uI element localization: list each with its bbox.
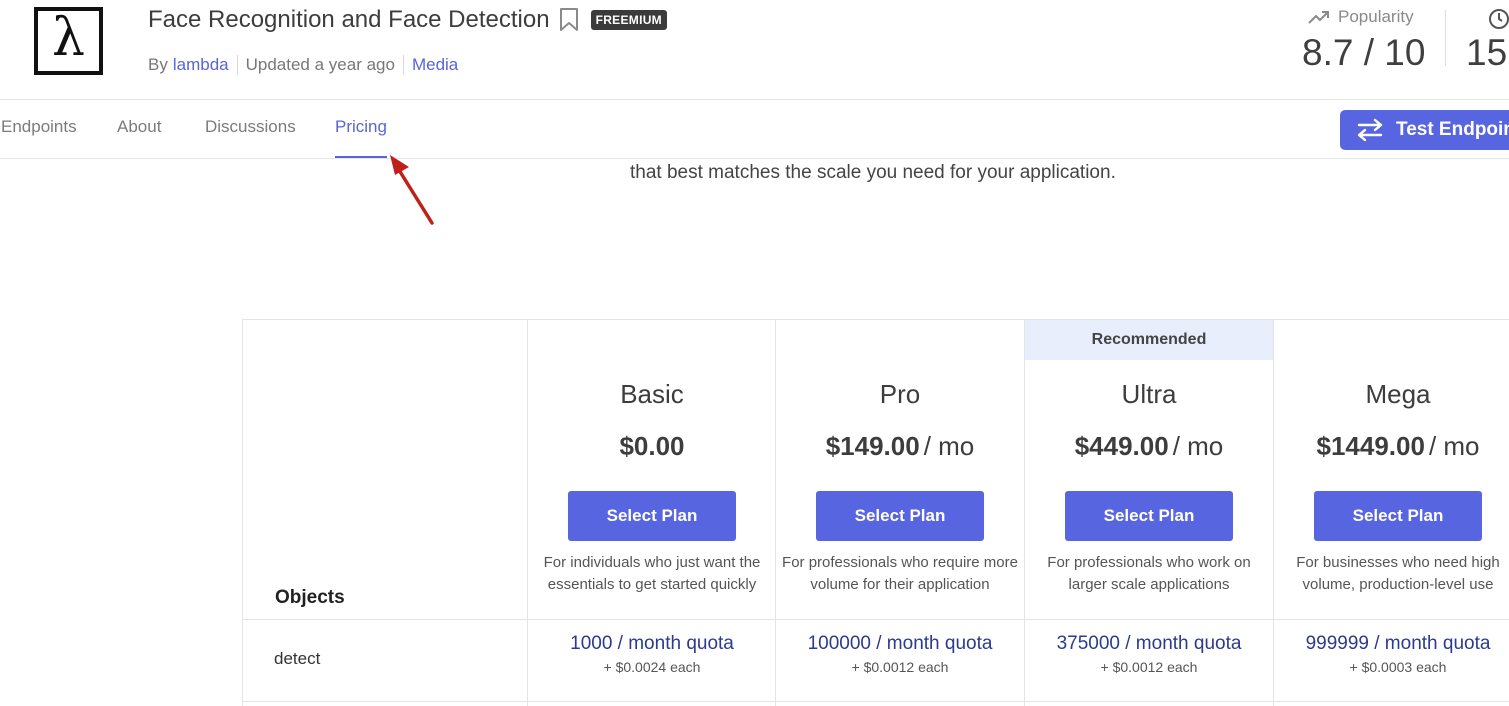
plan-description: For professionals who work on larger sca… xyxy=(1047,554,1251,593)
object-row-label: detect xyxy=(274,649,321,668)
plan-name: Basic xyxy=(620,379,684,409)
api-meta: By lambda Updated a year ago Media xyxy=(148,55,458,75)
quota-amount: 999999 / month quota xyxy=(1305,633,1491,654)
plan-name: Mega xyxy=(1365,379,1431,409)
bookmark-icon[interactable] xyxy=(559,7,581,33)
freemium-badge: FREEMIUM xyxy=(590,10,667,30)
latency-value: 15 xyxy=(1466,32,1508,73)
swap-arrows-icon xyxy=(1357,118,1383,142)
clock-icon xyxy=(1488,8,1509,35)
api-title: Face Recognition and Face Detection xyxy=(148,6,550,33)
stat-divider xyxy=(1445,10,1446,66)
objects-header: Objects xyxy=(275,587,345,608)
plan-pro: Pro $149.00/ mo Select Plan For professi… xyxy=(776,319,1024,619)
pricing-table: Recommended Objects Basic $0.00 Select P… xyxy=(242,319,1509,706)
plan-price: $1449.00/ mo xyxy=(1316,431,1480,461)
select-plan-basic-button[interactable]: Select Plan xyxy=(568,491,736,541)
plan-price: $0.00 xyxy=(619,431,685,461)
plan-description: For businesses who need high volume, pro… xyxy=(1296,554,1500,593)
quota-cell: 1000 / month quota + $0.0024 each xyxy=(528,633,776,675)
category-link[interactable]: Media xyxy=(412,55,458,75)
pricing-intro-text: that best matches the scale you need for… xyxy=(630,162,1116,183)
meta-divider xyxy=(236,55,238,75)
meta-divider xyxy=(402,55,404,75)
header-divider xyxy=(0,99,1509,100)
overage-price: + $0.0024 each xyxy=(603,659,701,675)
quota-cell: 100000 / month quota + $0.0012 each xyxy=(776,633,1024,675)
select-plan-ultra-button[interactable]: Select Plan xyxy=(1065,491,1233,541)
plan-price: $149.00/ mo xyxy=(825,431,975,461)
api-pricing-page: λ Face Recognition and Face Detection FR… xyxy=(0,0,1509,706)
tab-discussions[interactable]: Discussions xyxy=(205,117,296,137)
tab-about[interactable]: About xyxy=(117,117,161,137)
author-link[interactable]: lambda xyxy=(173,55,229,75)
plan-price: $449.00/ mo xyxy=(1074,431,1224,461)
quota-cell: 999999 / month quota + $0.0003 each xyxy=(1274,633,1509,675)
annotation-arrow xyxy=(390,155,434,225)
overage-price: + $0.0012 each xyxy=(851,659,949,675)
plan-ultra: Ultra $449.00/ mo Select Plan For profes… xyxy=(1025,319,1273,619)
quota-amount: 375000 / month quota xyxy=(1056,633,1242,654)
plan-name: Ultra xyxy=(1121,379,1177,409)
plan-mega: Mega $1449.00/ mo Select Plan For busine… xyxy=(1274,319,1509,619)
tabs-divider xyxy=(0,158,1509,159)
plan-description: For professionals who require more volum… xyxy=(782,554,1018,593)
quota-amount: 100000 / month quota xyxy=(807,633,993,654)
overage-price: + $0.0003 each xyxy=(1349,659,1447,675)
updated-text: Updated a year ago xyxy=(245,55,395,74)
select-plan-pro-button[interactable]: Select Plan xyxy=(816,491,984,541)
plan-description: For individuals who just want the essent… xyxy=(543,554,761,593)
api-logo: λ xyxy=(34,7,103,75)
tab-pricing[interactable]: Pricing xyxy=(335,117,387,137)
quota-cell: 375000 / month quota + $0.0012 each xyxy=(1025,633,1273,675)
test-endpoint-button[interactable]: Test Endpoint xyxy=(1340,110,1509,150)
trending-up-icon xyxy=(1308,11,1329,24)
popularity-label: Popularity xyxy=(1308,7,1414,27)
tab-endpoints[interactable]: Endpoints xyxy=(1,117,77,137)
overage-price: + $0.0012 each xyxy=(1100,659,1198,675)
quota-amount: 1000 / month quota xyxy=(570,633,734,654)
by-label: By xyxy=(148,55,168,74)
plan-basic: Basic $0.00 Select Plan For individuals … xyxy=(528,319,776,619)
select-plan-mega-button[interactable]: Select Plan xyxy=(1314,491,1482,541)
title-row: Face Recognition and Face Detection FREE… xyxy=(148,6,667,34)
popularity-value: 8.7 / 10 xyxy=(1302,32,1426,73)
plan-name: Pro xyxy=(879,379,921,409)
